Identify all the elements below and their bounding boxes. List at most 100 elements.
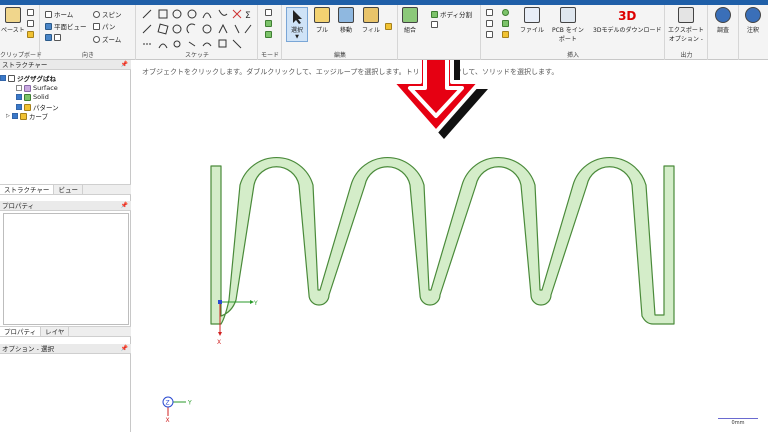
group-orient: ホーム 平面ビュー スピン パン ズーム 向き <box>41 5 136 60</box>
view-cube-button[interactable] <box>45 34 61 41</box>
group-label-output: 出力 <box>680 52 693 59</box>
visibility-checkbox[interactable] <box>16 104 22 110</box>
3d-logo-icon: 3D <box>618 9 637 23</box>
sphere-icon[interactable] <box>502 20 509 27</box>
pin-icon[interactable]: 📌 <box>121 344 128 354</box>
surface-icon <box>24 84 31 92</box>
file-button[interactable]: ファイル <box>520 7 544 34</box>
pattern-icon <box>24 103 31 111</box>
chevron-down-icon: ▼ <box>295 34 299 40</box>
spin-button[interactable]: スピン <box>93 9 122 19</box>
combine-icon <box>402 7 418 23</box>
group-sketch: Σ スケッチ <box>137 5 258 60</box>
group-label-clipboard: クリップボード <box>0 52 43 59</box>
cut-icon[interactable] <box>27 9 34 16</box>
annotate-icon <box>745 7 761 23</box>
clipboard-icon <box>4 7 21 23</box>
axis-y-label: Y <box>253 300 258 307</box>
investigate-icon <box>715 7 731 23</box>
cylinder-icon[interactable] <box>502 9 509 16</box>
visibility-checkbox[interactable] <box>16 94 22 100</box>
scale-bar: 0mm <box>718 418 758 426</box>
split-body-button[interactable]: ボディ分割 <box>431 9 472 19</box>
triad-y-label: Y <box>187 400 192 407</box>
fill-button[interactable]: フィル <box>362 7 380 34</box>
group-mode: モード <box>259 5 282 60</box>
export-button[interactable]: エクスポート オプション - <box>668 7 704 43</box>
copy-icon[interactable] <box>27 20 34 27</box>
visibility-checkbox[interactable] <box>0 75 6 81</box>
cursor-icon <box>293 10 302 24</box>
home-button[interactable]: ホーム <box>45 9 73 19</box>
group-clipboard: ペースト クリップボード <box>0 5 43 60</box>
annotate-button[interactable]: 注釈 <box>745 7 761 34</box>
plane-view-button[interactable]: 平面ビュー <box>45 21 87 31</box>
combine-button[interactable]: 組合 <box>402 7 418 34</box>
curve-icon <box>19 112 27 120</box>
zigzag-spring-solid[interactable] <box>210 156 675 325</box>
triad-x-label: X <box>166 417 170 424</box>
file-icon <box>524 7 540 23</box>
project-icon[interactable] <box>431 21 438 28</box>
pan-button[interactable]: パン <box>93 21 115 31</box>
move-icon <box>338 7 354 23</box>
viewport-graphics: Y X Z Y X <box>162 60 675 424</box>
origin-icon[interactable] <box>486 31 493 38</box>
format-icon[interactable] <box>27 31 34 38</box>
tab-properties[interactable]: プロパティ <box>0 327 42 336</box>
dropdown-icon <box>54 34 61 41</box>
select-button[interactable]: 選択 ▼ <box>286 7 308 42</box>
solid-icon <box>24 93 31 101</box>
design-canvas[interactable]: オブジェクトをクリックします。ダブルクリックして、エッジループを選択します。トリ… <box>132 60 768 432</box>
properties-tabs: プロパティ レイヤ <box>0 326 131 337</box>
axis-z-label: Z <box>166 400 170 407</box>
tab-view[interactable]: ビュー <box>54 185 83 194</box>
fill-icon <box>362 7 379 23</box>
paste-button[interactable]: ペースト <box>1 7 25 34</box>
sketch-mode-icon[interactable] <box>265 9 272 16</box>
section-mode-icon[interactable] <box>265 20 272 27</box>
properties-panel-header: プロパティ 📌 <box>0 201 131 211</box>
group-label-mode: モード <box>260 52 279 59</box>
ribbon: ペースト クリップボード ホーム 平面ビュー スピン パン ズーム 向き Σ ス… <box>0 5 768 60</box>
pull-button[interactable]: プル <box>314 7 330 34</box>
cube-icon <box>45 34 52 41</box>
spin-icon <box>93 10 100 18</box>
investigate-button[interactable]: 調査 <box>715 7 731 34</box>
tree-item-solid[interactable]: Solid <box>16 93 49 101</box>
group-intersect: 組合 ボディ分割 <box>399 5 481 60</box>
structure-panel-header: ストラクチャー 📌 <box>0 60 131 70</box>
expand-icon[interactable]: ▷ <box>6 113 10 119</box>
visibility-checkbox[interactable] <box>16 85 22 91</box>
axis-icon[interactable] <box>486 20 493 27</box>
export-icon <box>677 7 694 23</box>
sketch-tools[interactable]: Σ <box>137 5 258 49</box>
home-icon <box>45 10 52 18</box>
group-label-edit: 編集 <box>333 52 346 59</box>
axis-x-label: X <box>217 339 221 346</box>
visibility-checkbox[interactable] <box>11 113 18 119</box>
pin-icon[interactable]: 📌 <box>121 201 128 211</box>
svg-text:Σ: Σ <box>245 11 251 21</box>
pin-icon[interactable]: 📌 <box>121 60 128 70</box>
blend-icon[interactable] <box>385 23 392 30</box>
shell-icon[interactable] <box>502 31 509 38</box>
move-button[interactable]: 移動 <box>338 7 354 34</box>
tab-layer[interactable]: レイヤ <box>41 327 70 336</box>
properties-grid <box>3 213 129 325</box>
group-label-sketch: スケッチ <box>184 52 209 59</box>
download-3d-model-button[interactable]: 3D 3Dモデルのダウンロード <box>593 7 661 34</box>
group-edit: 選択 ▼ プル 移動 フィル 編集 <box>283 5 398 60</box>
3d-mode-icon[interactable] <box>265 31 272 38</box>
pcb-icon <box>559 7 576 23</box>
tree-item-curve[interactable]: ▷ カーブ <box>6 111 48 121</box>
group-annotate: 注釈 <box>740 5 768 60</box>
tree-root[interactable]: ジグザグばね <box>0 73 56 83</box>
options-panel-header: オプション - 選択 📌 <box>0 344 131 354</box>
plane-icon[interactable] <box>486 9 493 16</box>
tree-item-surface[interactable]: Surface <box>16 84 58 92</box>
tab-structure[interactable]: ストラクチャー <box>0 185 55 194</box>
zoom-button[interactable]: ズーム <box>93 34 121 44</box>
pan-icon <box>93 22 100 30</box>
pcb-import-button[interactable]: PCB をイン ポート <box>552 7 584 43</box>
